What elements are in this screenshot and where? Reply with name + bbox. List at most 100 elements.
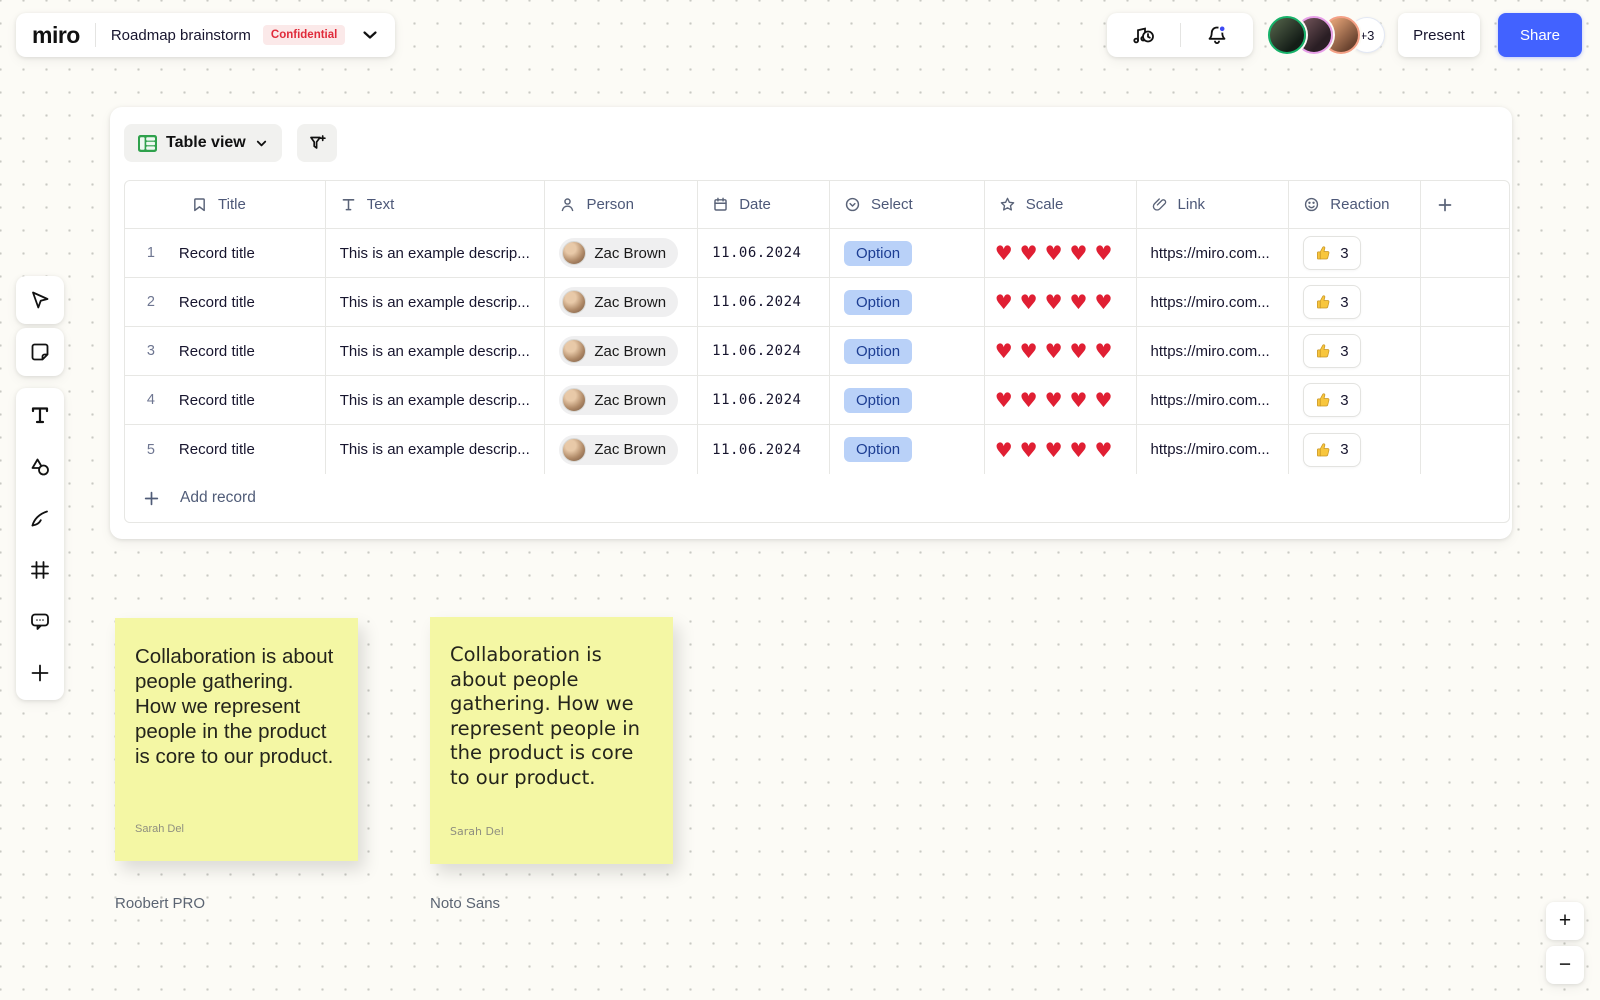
heart-icon[interactable]: ♥ [1020, 341, 1038, 361]
date-cell[interactable]: 11.06.2024 [698, 376, 830, 424]
select-cell[interactable]: Option [830, 425, 985, 474]
person-cell[interactable]: Zac Brown [545, 278, 698, 326]
select-cell[interactable]: Option [830, 327, 985, 375]
sticky-note[interactable]: Collaboration is about people gathering.… [115, 618, 358, 861]
date-cell[interactable]: 11.06.2024 [698, 425, 830, 474]
column-header-reaction[interactable]: Reaction [1289, 181, 1421, 228]
notifications-bell-icon[interactable] [1197, 15, 1237, 55]
reaction-chip[interactable]: 3 [1303, 433, 1360, 467]
title-cell[interactable]: Record title [177, 278, 326, 326]
option-chip[interactable]: Option [844, 290, 912, 315]
title-cell[interactable]: Record title [177, 327, 326, 375]
option-chip[interactable]: Option [844, 388, 912, 413]
reaction-chip[interactable]: 3 [1303, 285, 1360, 319]
heart-icon[interactable]: ♥ [1045, 292, 1063, 312]
music-timer-icon[interactable] [1123, 15, 1163, 55]
present-button[interactable]: Present [1398, 13, 1480, 57]
link-cell[interactable]: https://miro.com... [1137, 327, 1290, 375]
table-view-dropdown[interactable]: Table view [124, 124, 282, 162]
add-record-button[interactable]: Add record [125, 474, 1509, 522]
option-chip[interactable]: Option [844, 339, 912, 364]
heart-icon[interactable]: ♥ [1045, 390, 1063, 410]
person-cell[interactable]: Zac Brown [545, 376, 698, 424]
heart-icon[interactable]: ♥ [1070, 243, 1088, 263]
heart-icon[interactable]: ♥ [1094, 341, 1112, 361]
link-cell[interactable]: https://miro.com... [1137, 278, 1290, 326]
reaction-cell[interactable]: 3 [1289, 327, 1421, 375]
heart-icon[interactable]: ♥ [1070, 440, 1088, 460]
chevron-down-icon[interactable] [361, 26, 379, 44]
person-pill[interactable]: Zac Brown [559, 336, 678, 366]
column-header-date[interactable]: Date [698, 181, 830, 228]
person-pill[interactable]: Zac Brown [559, 435, 678, 465]
heart-icon[interactable]: ♥ [1094, 243, 1112, 263]
person-cell[interactable]: Zac Brown [545, 229, 698, 277]
heart-icon[interactable]: ♥ [1070, 390, 1088, 410]
select-tool[interactable] [16, 276, 64, 324]
sticky-note-tool[interactable] [16, 328, 64, 376]
empty-cell[interactable] [1421, 376, 1509, 424]
empty-cell[interactable] [1421, 327, 1509, 375]
column-header-select[interactable]: Select [830, 181, 985, 228]
scale-cell[interactable]: ♥♥♥♥♥ [985, 278, 1137, 326]
add-tool[interactable] [16, 649, 64, 697]
heart-icon[interactable]: ♥ [1045, 440, 1063, 460]
heart-icon[interactable]: ♥ [1020, 292, 1038, 312]
title-cell[interactable]: Record title [177, 376, 326, 424]
column-header-scale[interactable]: Scale [985, 181, 1137, 228]
frame-tool[interactable] [16, 546, 64, 594]
person-cell[interactable]: Zac Brown [545, 425, 698, 474]
pen-tool[interactable] [16, 494, 64, 542]
link-cell[interactable]: https://miro.com... [1137, 376, 1290, 424]
column-header-title[interactable]: Title [125, 181, 326, 228]
shapes-tool[interactable] [16, 443, 64, 491]
empty-cell[interactable] [1421, 278, 1509, 326]
share-button[interactable]: Share [1498, 13, 1582, 57]
heart-icon[interactable]: ♥ [995, 390, 1013, 410]
text-cell[interactable]: This is an example descrip... [326, 425, 546, 474]
zoom-in-button[interactable]: + [1546, 902, 1584, 940]
title-cell[interactable]: Record title [177, 425, 326, 474]
filter-button[interactable] [297, 124, 337, 162]
date-cell[interactable]: 11.06.2024 [698, 278, 830, 326]
heart-icon[interactable]: ♥ [995, 341, 1013, 361]
reaction-chip[interactable]: 3 [1303, 334, 1360, 368]
heart-icon[interactable]: ♥ [995, 292, 1013, 312]
column-header-link[interactable]: Link [1137, 181, 1290, 228]
sticky-note[interactable]: Collaboration is about people gathering.… [430, 617, 673, 864]
person-pill[interactable]: Zac Brown [559, 385, 678, 415]
option-chip[interactable]: Option [844, 437, 912, 462]
column-header-text[interactable]: Text [326, 181, 546, 228]
zoom-out-button[interactable]: − [1546, 946, 1584, 984]
person-pill[interactable]: Zac Brown [559, 238, 678, 268]
scale-cell[interactable]: ♥♥♥♥♥ [985, 425, 1137, 474]
link-cell[interactable]: https://miro.com... [1137, 425, 1290, 474]
reaction-cell[interactable]: 3 [1289, 229, 1421, 277]
board-title[interactable]: Roadmap brainstorm [111, 27, 251, 44]
heart-icon[interactable]: ♥ [1094, 292, 1112, 312]
scale-cell[interactable]: ♥ ♥ ♥ ♥ ♥ [985, 376, 1137, 424]
miro-logo[interactable]: miro [32, 22, 80, 49]
add-column-button[interactable] [1421, 181, 1509, 228]
reaction-cell[interactable]: 3 [1289, 278, 1421, 326]
select-cell[interactable]: Option [830, 376, 985, 424]
heart-icon[interactable]: ♥ [1045, 243, 1063, 263]
heart-icon[interactable]: ♥ [995, 243, 1013, 263]
column-header-person[interactable]: Person [545, 181, 698, 228]
avatar[interactable] [1268, 16, 1306, 54]
text-cell[interactable]: This is an example descrip... [326, 327, 546, 375]
date-cell[interactable]: 11.06.2024 [698, 229, 830, 277]
select-cell[interactable]: Option [830, 229, 985, 277]
text-cell[interactable]: This is an example descrip... [326, 278, 546, 326]
person-pill[interactable]: Zac Brown [559, 287, 678, 317]
heart-icon[interactable]: ♥ [1020, 440, 1038, 460]
heart-icon[interactable]: ♥ [1094, 390, 1112, 410]
heart-icon[interactable]: ♥ [1020, 243, 1038, 263]
reaction-cell[interactable]: 3 [1289, 376, 1421, 424]
heart-icon[interactable]: ♥ [1020, 390, 1038, 410]
scale-cell[interactable]: ♥ ♥ ♥ ♥ ♥ [985, 229, 1137, 277]
title-cell[interactable]: Record title [177, 229, 326, 277]
heart-icon[interactable]: ♥ [1094, 440, 1112, 460]
empty-cell[interactable] [1421, 229, 1509, 277]
reaction-cell[interactable]: 3 [1289, 425, 1421, 474]
